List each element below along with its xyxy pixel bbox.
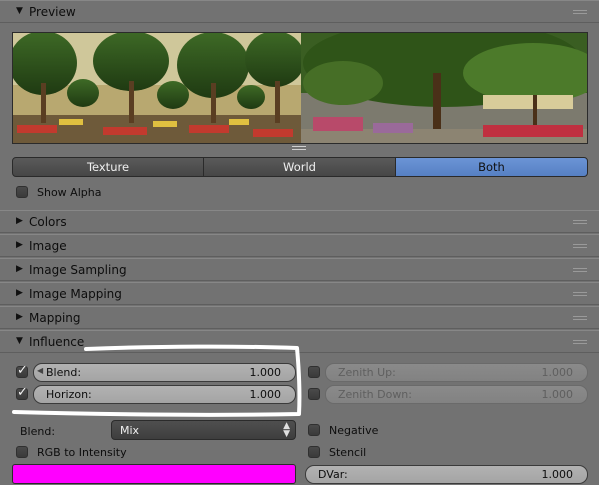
- tab-both[interactable]: Both: [395, 157, 588, 177]
- section-colors[interactable]: ▶ Colors: [0, 210, 599, 233]
- drag-grip-icon[interactable]: [573, 340, 587, 346]
- drag-grip-icon[interactable]: [573, 220, 587, 226]
- negative-checkbox[interactable]: [308, 424, 320, 436]
- preview-panel-header[interactable]: ▼ Preview: [0, 0, 599, 23]
- section-label: Image Mapping: [29, 287, 122, 301]
- field-label: Zenith Up:: [338, 366, 396, 379]
- show-alpha-label: Show Alpha: [37, 186, 102, 199]
- negative-label: Negative: [329, 424, 379, 437]
- section-label: Image: [29, 239, 67, 253]
- section-image-sampling[interactable]: ▶ Image Sampling: [0, 258, 599, 281]
- drag-grip-icon[interactable]: [573, 10, 587, 16]
- section-label: Colors: [29, 215, 67, 229]
- dropdown-value: Mix: [120, 424, 140, 437]
- drag-grip-icon[interactable]: [573, 316, 587, 322]
- updown-arrows-icon: ▲ ▼: [283, 421, 290, 439]
- zenith-down-field[interactable]: Zenith Down: 1.000: [325, 385, 588, 404]
- annotation-highlight-stroke: [12, 344, 302, 417]
- field-value: 1.000: [541, 468, 574, 481]
- show-alpha-checkbox[interactable]: [16, 186, 28, 198]
- field-label: DVar:: [318, 468, 348, 481]
- blend-mode-dropdown[interactable]: Mix ▲ ▼: [111, 420, 296, 440]
- tab-texture[interactable]: Texture: [12, 157, 204, 177]
- color-swatch[interactable]: [12, 464, 296, 484]
- drag-grip-icon[interactable]: [573, 244, 587, 250]
- field-value: 1.000: [541, 366, 574, 379]
- texture-preview-image: [12, 32, 588, 144]
- expand-triangle-icon: ▶: [16, 240, 23, 250]
- expand-triangle-icon: ▶: [16, 312, 23, 322]
- section-label: Image Sampling: [29, 263, 127, 277]
- section-image[interactable]: ▶ Image: [0, 234, 599, 257]
- section-image-mapping[interactable]: ▶ Image Mapping: [0, 282, 599, 305]
- drag-grip-icon[interactable]: [573, 292, 587, 298]
- expand-triangle-icon: ▶: [16, 264, 23, 274]
- expand-triangle-icon: ▶: [16, 216, 23, 226]
- preview-panel-title: Preview: [29, 5, 76, 19]
- dvar-field[interactable]: DVar: 1.000: [305, 465, 588, 484]
- preview-resize-handle[interactable]: [292, 146, 306, 152]
- rgb-to-intensity-checkbox[interactable]: [16, 446, 28, 458]
- stencil-label: Stencil: [329, 446, 367, 459]
- section-label: Mapping: [29, 311, 81, 325]
- field-label: Zenith Down:: [338, 388, 412, 401]
- tab-world[interactable]: World: [203, 157, 396, 177]
- section-mapping[interactable]: ▶ Mapping: [0, 306, 599, 329]
- collapse-triangle-icon: ▼: [16, 6, 23, 16]
- rgb-to-intensity-label: RGB to Intensity: [37, 446, 127, 459]
- drag-grip-icon[interactable]: [573, 268, 587, 274]
- zenith-up-field[interactable]: Zenith Up: 1.000: [325, 363, 588, 382]
- blend-mode-label: Blend:: [20, 425, 56, 438]
- field-value: 1.000: [541, 388, 574, 401]
- stencil-checkbox[interactable]: [308, 446, 320, 458]
- expand-triangle-icon: ▶: [16, 288, 23, 298]
